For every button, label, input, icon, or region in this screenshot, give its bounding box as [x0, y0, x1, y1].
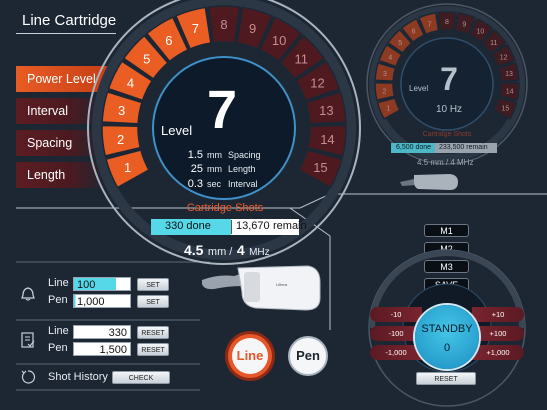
- minus-10-label: -10: [390, 310, 402, 319]
- standby-reset-button[interactable]: RESET: [416, 372, 476, 385]
- plus-10-button[interactable]: +10: [472, 307, 524, 322]
- standby-value: 0: [443, 342, 451, 354]
- minus-10-button[interactable]: -10: [370, 307, 422, 322]
- standby-button[interactable]: [415, 305, 479, 369]
- plus-1000-button[interactable]: +1,000: [472, 345, 524, 360]
- minus-100-label: -100: [388, 329, 404, 338]
- minus-1000-label: -1,000: [385, 348, 407, 357]
- plus-100-label: +100: [489, 329, 507, 338]
- plus-10-label: +10: [491, 310, 505, 319]
- standby-label: STANDBY: [421, 323, 473, 335]
- plus-1000-label: +1,000: [486, 348, 510, 357]
- plus-100-button[interactable]: +100: [472, 326, 524, 341]
